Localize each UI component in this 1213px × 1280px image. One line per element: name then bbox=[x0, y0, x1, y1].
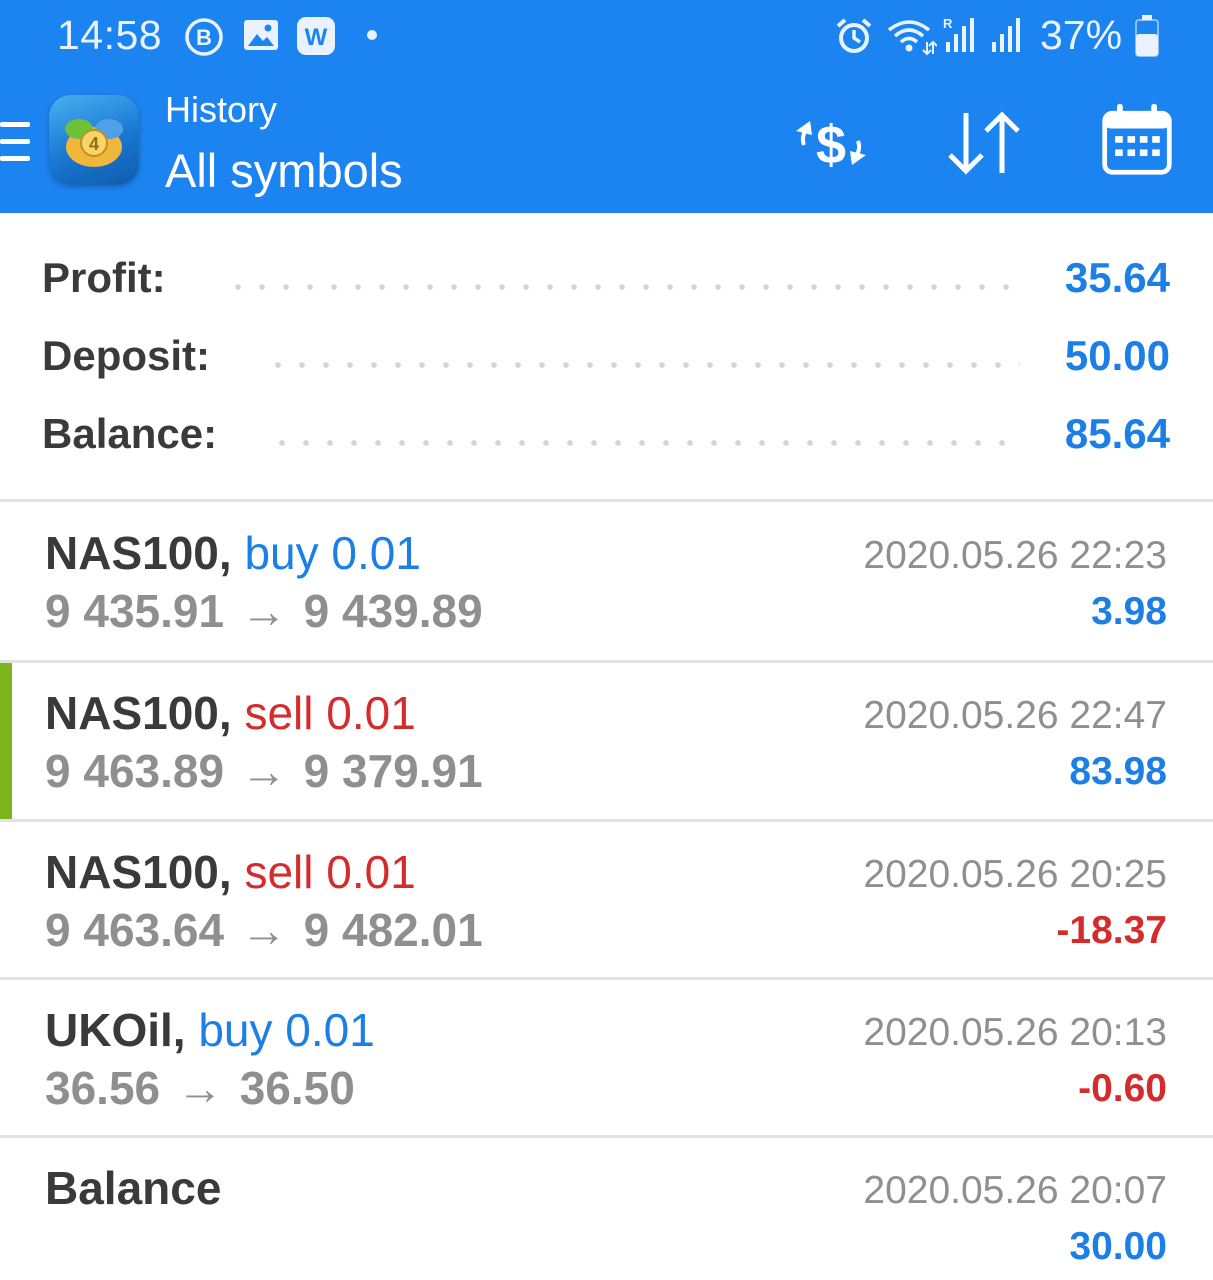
trade-volume: 0.01 bbox=[326, 846, 416, 898]
balance-operation-row[interactable]: Balance 2020.05.26 20:07 30.00 bbox=[0, 1138, 1213, 1280]
metatrader-logo: 4 bbox=[49, 95, 139, 185]
trade-row[interactable]: NAS100, buy 0.01 9 435.91 → 9 439.89 202… bbox=[0, 503, 1213, 659]
signal-r-icon: R bbox=[943, 16, 974, 52]
deposit-value: 50.00 bbox=[1064, 332, 1170, 379]
trade-volume: 0.01 bbox=[285, 1004, 375, 1056]
b-circle-icon: B bbox=[185, 18, 223, 56]
trade-time: 2020.05.26 22:23 bbox=[863, 534, 1167, 577]
deposit-row: Deposit: 50.00 bbox=[42, 326, 1170, 386]
trade-row[interactable]: NAS100, sell 0.01 9 463.64 → 9 482.01 20… bbox=[0, 822, 1213, 978]
svg-text:4: 4 bbox=[89, 134, 99, 154]
calendar-icon[interactable] bbox=[1100, 100, 1174, 176]
trade-profit: 3.98 bbox=[1091, 590, 1167, 633]
close-price: 36.50 bbox=[239, 1062, 355, 1114]
alarm-icon bbox=[836, 18, 872, 53]
trade-symbol: NAS100, bbox=[45, 687, 232, 739]
divider bbox=[0, 499, 1213, 502]
close-price: 9 439.89 bbox=[303, 585, 483, 637]
wifi-icon bbox=[887, 20, 937, 56]
status-time: 14:58 bbox=[57, 12, 163, 58]
trade-side: buy bbox=[198, 1004, 273, 1056]
trade-row[interactable]: UKOil, buy 0.01 36.56 → 36.50 2020.05.26… bbox=[0, 980, 1213, 1136]
open-price: 9 463.89 bbox=[45, 745, 225, 797]
balance-operation-label: Balance bbox=[45, 1162, 222, 1214]
open-price: 36.56 bbox=[45, 1062, 161, 1114]
menu-icon[interactable] bbox=[0, 120, 32, 166]
arrow-right-icon: → bbox=[240, 585, 287, 637]
balance-label: Balance: bbox=[42, 410, 218, 457]
deposit-label: Deposit: bbox=[42, 332, 210, 379]
sort-icon[interactable] bbox=[944, 105, 1024, 181]
trade-row-selected[interactable]: NAS100, sell 0.01 9 463.89 → 9 379.91 20… bbox=[0, 663, 1213, 819]
image-icon bbox=[244, 20, 278, 50]
close-price: 9 482.01 bbox=[303, 904, 483, 956]
app-header: 14:58 B W R 37% 4 History All symbols $ bbox=[0, 0, 1213, 213]
trade-symbol: UKOil, bbox=[45, 1004, 186, 1056]
trade-profit: -18.37 bbox=[1056, 909, 1167, 952]
battery-percent: 37% bbox=[1040, 12, 1123, 58]
profit-row: Profit: 35.64 bbox=[42, 248, 1170, 308]
screen-subtitle: History bbox=[165, 89, 278, 130]
leader-dots bbox=[270, 440, 1020, 446]
leader-dots bbox=[226, 284, 1020, 290]
trade-side: sell bbox=[244, 687, 314, 739]
arrow-right-icon: → bbox=[176, 1062, 223, 1114]
trade-symbol: NAS100, bbox=[45, 846, 232, 898]
w-app-icon: W bbox=[297, 17, 335, 55]
currency-exchange-icon[interactable]: $ bbox=[790, 105, 872, 181]
trade-time: 2020.05.26 20:25 bbox=[863, 853, 1167, 896]
profit-value: 35.64 bbox=[1064, 254, 1170, 301]
close-price: 9 379.91 bbox=[303, 745, 483, 797]
svg-text:W: W bbox=[305, 24, 328, 51]
selection-indicator bbox=[0, 663, 12, 819]
trade-profit: -0.60 bbox=[1078, 1067, 1167, 1110]
trade-time: 2020.05.26 20:13 bbox=[863, 1011, 1167, 1054]
dot-icon bbox=[367, 30, 377, 40]
trade-symbol: NAS100, bbox=[45, 527, 232, 579]
profit-label: Profit: bbox=[42, 254, 166, 301]
trade-volume: 0.01 bbox=[326, 687, 416, 739]
open-price: 9 435.91 bbox=[45, 585, 225, 637]
trade-side: sell bbox=[244, 846, 314, 898]
leader-dots bbox=[266, 362, 1020, 368]
trade-side: buy bbox=[244, 527, 319, 579]
battery-icon bbox=[1135, 15, 1159, 57]
trade-time: 2020.05.26 22:47 bbox=[863, 694, 1167, 737]
arrow-right-icon: → bbox=[240, 904, 287, 956]
history-summary: Profit: 35.64 Deposit: 50.00 Balance: 85… bbox=[0, 213, 1213, 501]
balance-value: 85.64 bbox=[1064, 410, 1170, 457]
symbol-filter-title[interactable]: All symbols bbox=[165, 143, 403, 198]
open-price: 9 463.64 bbox=[45, 904, 225, 956]
balance-operation-time: 2020.05.26 20:07 bbox=[863, 1169, 1167, 1212]
app-bar: 4 History All symbols $ bbox=[0, 75, 1213, 213]
balance-operation-amount: 30.00 bbox=[1069, 1225, 1167, 1268]
status-bar: 14:58 B W R 37% bbox=[0, 0, 1213, 75]
trade-volume: 0.01 bbox=[331, 527, 421, 579]
arrow-right-icon: → bbox=[240, 745, 287, 797]
svg-text:R: R bbox=[943, 16, 953, 31]
trade-profit: 83.98 bbox=[1069, 750, 1167, 793]
balance-row: Balance: 85.64 bbox=[42, 404, 1170, 464]
svg-text:B: B bbox=[196, 25, 212, 50]
signal-icon bbox=[992, 18, 1020, 52]
svg-text:$: $ bbox=[816, 115, 846, 175]
